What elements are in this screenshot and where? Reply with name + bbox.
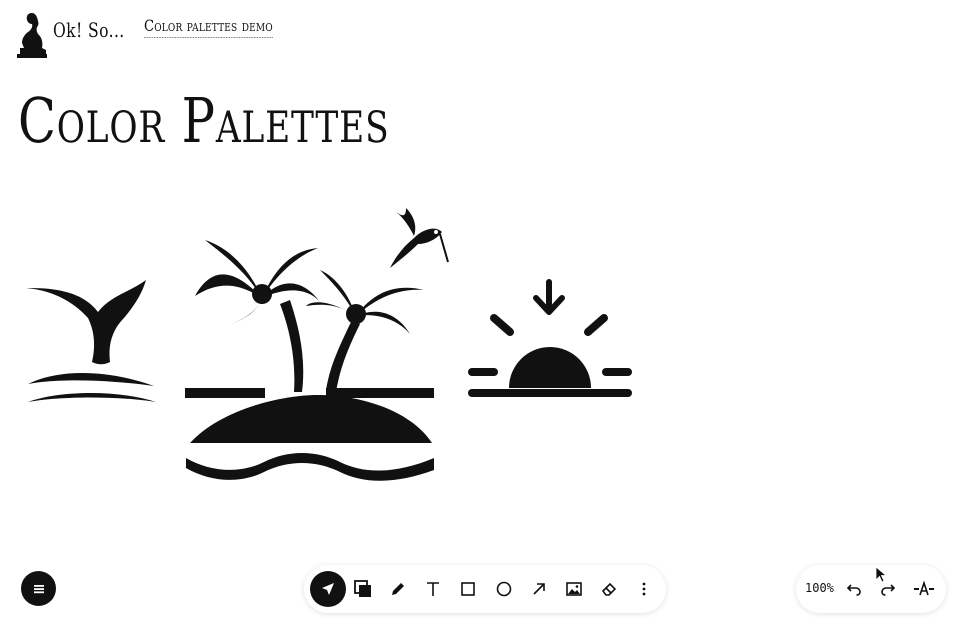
page-title: Color Palettes <box>18 84 390 157</box>
style-tool[interactable] <box>348 574 378 604</box>
zoom-level[interactable]: 100% <box>805 581 834 595</box>
thinker-statue-logo-icon[interactable] <box>14 10 50 60</box>
more-tools-button[interactable] <box>629 574 659 604</box>
vertical-dots-icon <box>642 582 646 596</box>
undo-icon <box>846 584 861 596</box>
history-zoom-bar: 100% <box>796 565 946 613</box>
main-menu-button[interactable] <box>21 571 56 606</box>
whale-tail-icon[interactable] <box>26 280 156 402</box>
pencil-icon <box>392 583 404 595</box>
circle-icon <box>496 581 512 597</box>
app-header: Ok! So... Color palettes demo <box>0 0 960 70</box>
rectangle-icon <box>461 582 475 596</box>
pencil-tool[interactable] <box>383 574 413 604</box>
undo-button[interactable] <box>842 577 866 601</box>
arrow-up-right-icon <box>533 583 545 595</box>
text-tool[interactable] <box>418 574 448 604</box>
drawing-toolbar <box>304 565 666 613</box>
eraser-tool[interactable] <box>594 574 624 604</box>
mouse-cursor-icon <box>875 566 887 583</box>
image-tool[interactable] <box>559 574 589 604</box>
palm-island-icon[interactable] <box>185 240 434 481</box>
ellipse-tool[interactable] <box>489 574 519 604</box>
arrow-tool[interactable] <box>524 574 554 604</box>
navigation-arrow-icon <box>322 583 334 595</box>
eraser-icon <box>601 582 617 596</box>
overlap-squares-icon <box>354 580 371 597</box>
brand-name[interactable]: Ok! So... <box>53 18 125 42</box>
image-icon <box>566 582 582 596</box>
breadcrumb[interactable]: Color palettes demo <box>144 16 273 38</box>
text-align-button[interactable] <box>912 577 936 601</box>
hummingbird-icon[interactable] <box>390 208 449 268</box>
select-tool[interactable] <box>310 571 346 607</box>
strike-a-icon <box>914 580 934 596</box>
hamburger-icon <box>33 584 44 593</box>
sunset-icon[interactable] <box>468 279 632 397</box>
rectangle-tool[interactable] <box>453 574 483 604</box>
text-t-icon <box>427 582 439 596</box>
illustration-canvas <box>26 208 632 481</box>
